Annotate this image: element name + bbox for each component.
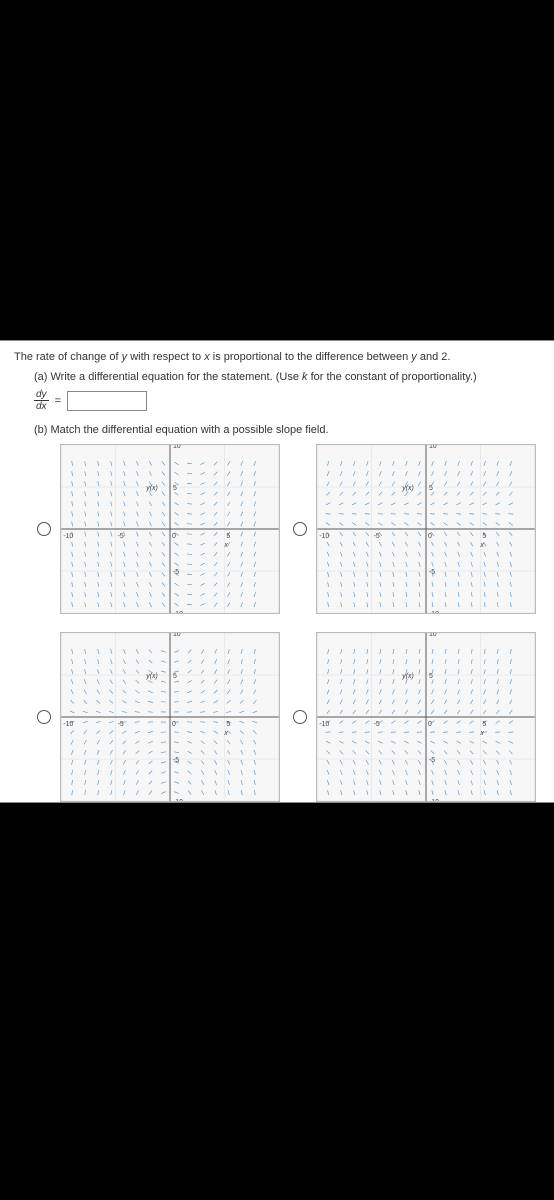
svg-text:y(x): y(x) — [145, 485, 158, 492]
svg-text:5: 5 — [226, 533, 230, 540]
slope-field-1: -10-50510105-5-10y(x)x — [60, 444, 280, 614]
answer-input[interactable] — [67, 391, 147, 411]
svg-text:-10: -10 — [173, 611, 183, 613]
part-b-label: (b) Match the differential equation with… — [34, 424, 540, 436]
svg-text:-5: -5 — [374, 721, 380, 728]
question-panel: The rate of change of y with respect to … — [0, 340, 554, 803]
screen: The rate of change of y with respect to … — [0, 0, 554, 1200]
part-a-label: (a) Write a differential equation for th… — [34, 371, 540, 383]
svg-text:-5: -5 — [429, 569, 435, 576]
svg-text:x: x — [479, 730, 484, 737]
svg-text:5: 5 — [226, 721, 230, 728]
svg-text:10: 10 — [173, 633, 181, 638]
svg-text:5: 5 — [429, 673, 433, 680]
text: (a) Write a differential equation for th… — [34, 371, 302, 383]
frac-den: dx — [34, 401, 49, 412]
svg-text:5: 5 — [173, 673, 177, 680]
svg-text:10: 10 — [429, 633, 437, 638]
svg-text:-10: -10 — [63, 721, 73, 728]
svg-text:5: 5 — [482, 533, 486, 540]
svg-text:-5: -5 — [173, 569, 179, 576]
svg-text:-5: -5 — [118, 721, 124, 728]
svg-text:-5: -5 — [374, 533, 380, 540]
text: and — [417, 351, 441, 363]
svg-text:-10: -10 — [63, 533, 73, 540]
radio-option-3[interactable] — [37, 710, 51, 724]
letterbox-top — [0, 0, 554, 340]
svg-text:x: x — [223, 730, 228, 737]
frac-num: dy — [34, 389, 49, 401]
svg-text:0: 0 — [428, 533, 432, 540]
svg-text:5: 5 — [173, 485, 177, 492]
radio-option-1[interactable] — [37, 522, 51, 536]
svg-text:10: 10 — [429, 445, 437, 450]
slope-field-grid: -10 -5 0 5 10 10 5 -5 -10 y(x) x -10 -5 0 5 10 10 5 -5 -10… — [34, 444, 540, 802]
text: The rate of change of — [14, 351, 122, 363]
svg-text:-10: -10 — [173, 799, 183, 801]
svg-text:0: 0 — [428, 721, 432, 728]
svg-text:y(x): y(x) — [145, 673, 158, 680]
svg-text:5: 5 — [482, 721, 486, 728]
fraction-dydx: dy dx — [34, 389, 49, 412]
equation-row: dy dx = — [34, 389, 540, 412]
letterbox-bottom — [0, 803, 554, 1200]
svg-text:0: 0 — [172, 533, 176, 540]
text: . — [447, 351, 450, 363]
slope-field-3: -10-50510105-5-10y(x)x — [60, 632, 280, 802]
svg-text:10: 10 — [173, 445, 181, 450]
svg-text:5: 5 — [429, 485, 433, 492]
svg-text:y(x): y(x) — [401, 485, 414, 492]
text: is proportional to the difference betwee… — [210, 351, 412, 363]
svg-text:-5: -5 — [173, 757, 179, 764]
radio-option-4[interactable] — [293, 710, 307, 724]
problem-statement: The rate of change of y with respect to … — [14, 351, 540, 363]
svg-text:y(x): y(x) — [401, 673, 414, 680]
text: for the constant of proportionality.) — [308, 371, 477, 383]
svg-text:-5: -5 — [118, 533, 124, 540]
text: with respect to — [127, 351, 204, 363]
svg-text:-10: -10 — [429, 611, 439, 613]
svg-text:x: x — [479, 542, 484, 549]
svg-text:0: 0 — [172, 721, 176, 728]
svg-text:-5: -5 — [429, 757, 435, 764]
slope-field-4: -10-50510105-5-10y(x)x — [316, 632, 536, 802]
svg-text:-10: -10 — [319, 721, 329, 728]
svg-text:-10: -10 — [429, 799, 439, 801]
equals-sign: = — [55, 395, 61, 407]
svg-text:-10: -10 — [319, 533, 329, 540]
svg-text:x: x — [223, 542, 228, 549]
radio-option-2[interactable] — [293, 522, 307, 536]
slope-field-2: -10-50510105-5-10y(x)x — [316, 444, 536, 614]
